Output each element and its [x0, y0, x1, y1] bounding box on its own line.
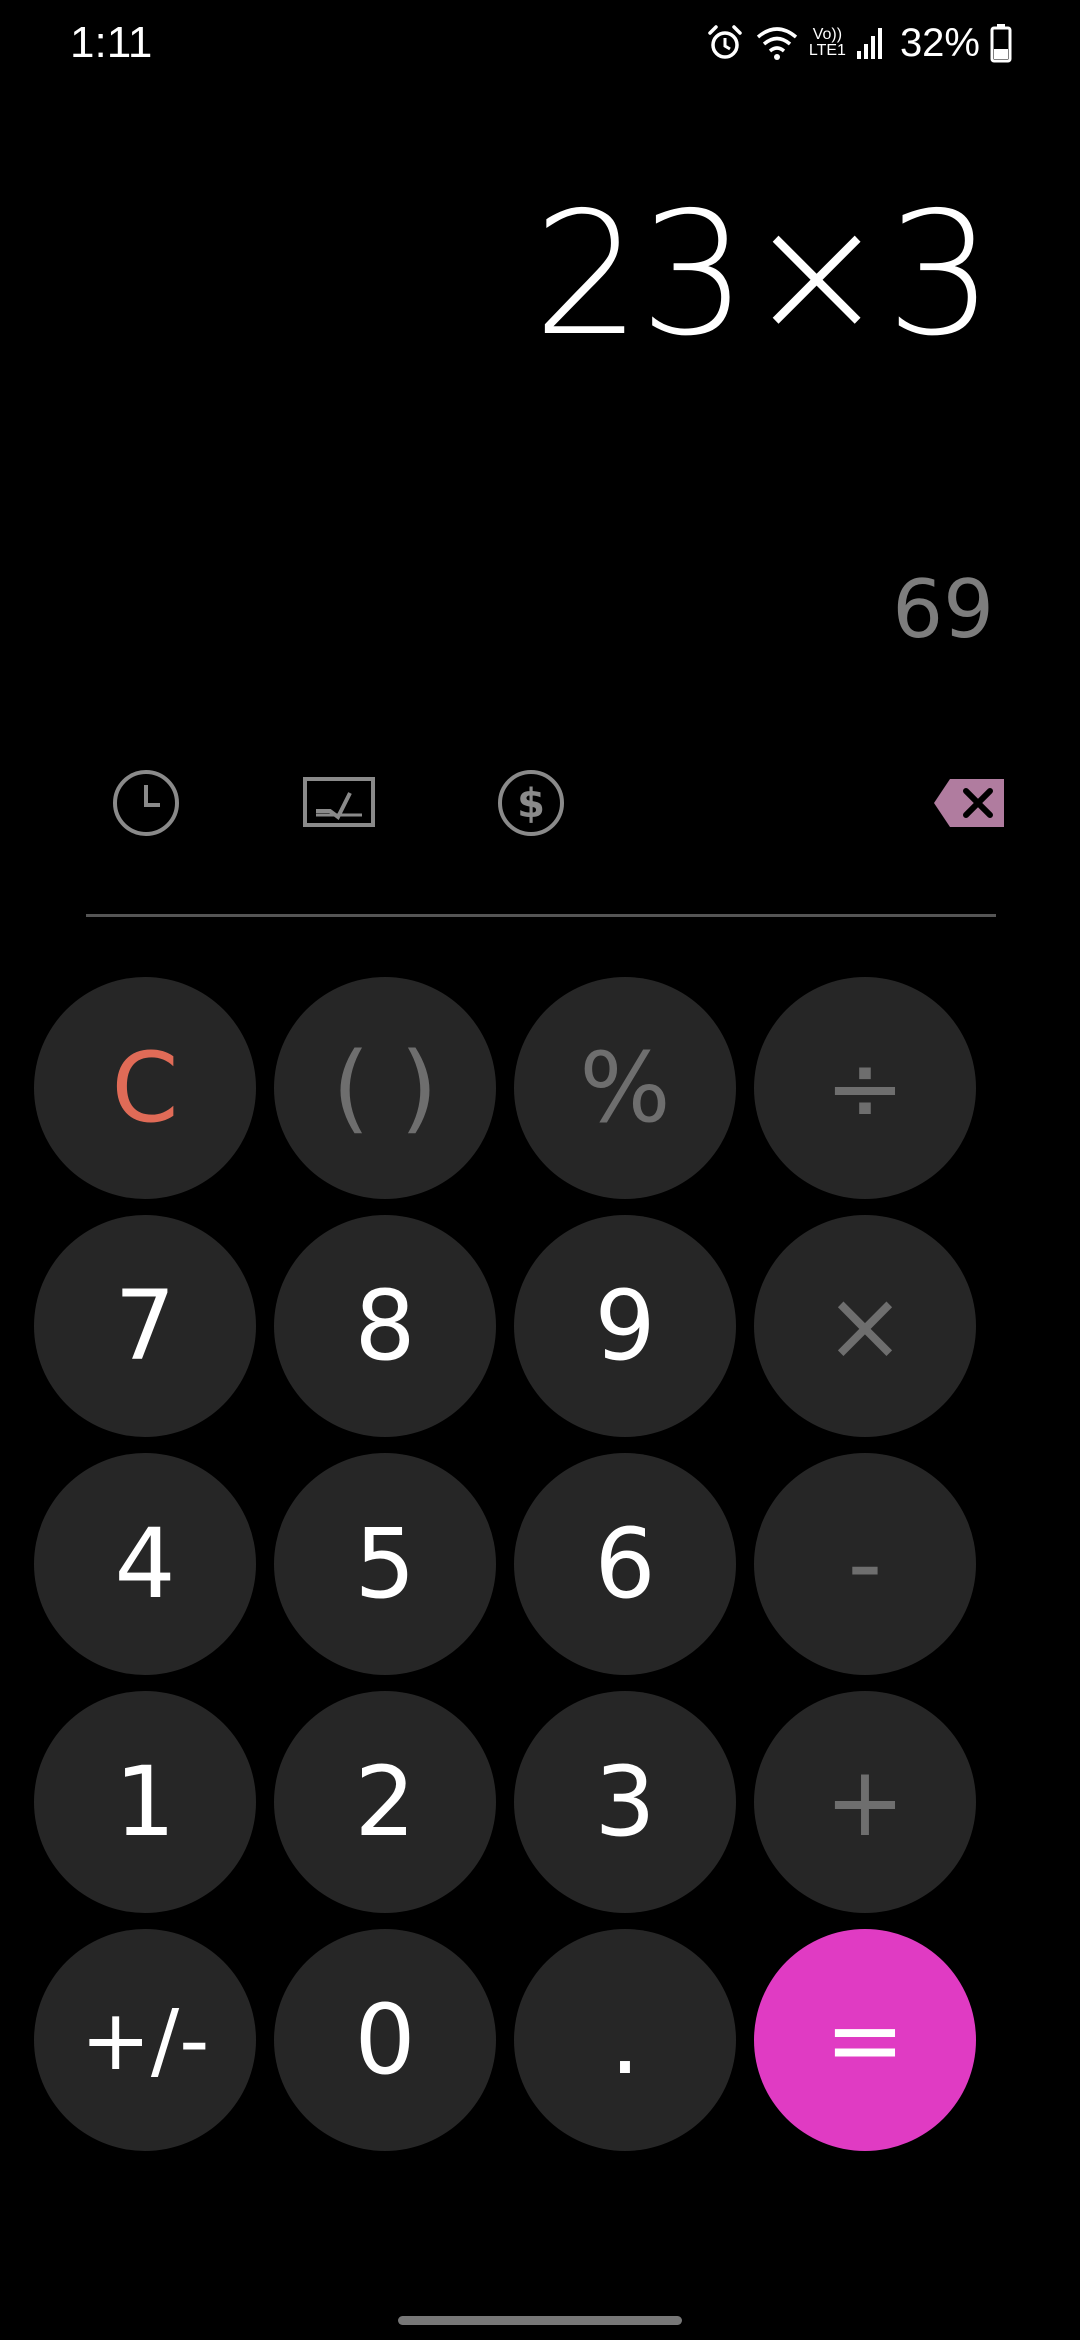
- status-time: 1:11: [70, 18, 153, 67]
- clear-button[interactable]: C: [34, 977, 256, 1199]
- plus-button[interactable]: +: [754, 1691, 976, 1913]
- plus-minus-button[interactable]: +/-: [34, 1929, 256, 2151]
- status-icons: Vo)) LTE1 32%: [705, 18, 1012, 68]
- clock-icon: [110, 767, 182, 843]
- battery-icon: [990, 23, 1012, 63]
- dollar-icon: $: [495, 767, 567, 843]
- expression-display[interactable]: 23×3: [533, 190, 994, 360]
- digit-6-button[interactable]: 6: [514, 1453, 736, 1675]
- home-indicator[interactable]: [398, 2316, 682, 2325]
- equals-button[interactable]: =: [754, 1929, 976, 2151]
- digit-1-button[interactable]: 1: [34, 1691, 256, 1913]
- signal-icon: [856, 25, 886, 61]
- tool-row: $: [0, 760, 1080, 850]
- digit-0-button[interactable]: 0: [274, 1929, 496, 2151]
- digit-2-button[interactable]: 2: [274, 1691, 496, 1913]
- digit-8-button[interactable]: 8: [274, 1215, 496, 1437]
- svg-text:$: $: [517, 781, 545, 827]
- currency-converter-button[interactable]: $: [486, 760, 576, 850]
- network-label: LTE1: [808, 42, 846, 59]
- alarm-icon: [705, 23, 745, 63]
- multiply-button[interactable]: ×: [754, 1215, 976, 1437]
- status-bar: 1:11 Vo)) LTE1 32%: [0, 0, 1080, 90]
- history-button[interactable]: [101, 760, 191, 850]
- divider: [86, 914, 996, 917]
- digit-9-button[interactable]: 9: [514, 1215, 736, 1437]
- digit-7-button[interactable]: 7: [34, 1215, 256, 1437]
- decimal-button[interactable]: .: [514, 1929, 736, 2151]
- wifi-icon: [755, 23, 799, 63]
- digit-3-button[interactable]: 3: [514, 1691, 736, 1913]
- volte-label: Vo)): [812, 26, 843, 43]
- divide-button[interactable]: ÷: [754, 977, 976, 1199]
- ruler-chart-icon: [302, 775, 376, 835]
- percent-button[interactable]: %: [514, 977, 736, 1199]
- parentheses-button[interactable]: ( ): [274, 977, 496, 1199]
- unit-converter-button[interactable]: [294, 760, 384, 850]
- backspace-icon: [932, 775, 1008, 835]
- battery-percent: 32%: [899, 20, 980, 65]
- digit-5-button[interactable]: 5: [274, 1453, 496, 1675]
- result-preview: 69: [892, 563, 994, 656]
- minus-button[interactable]: -: [754, 1453, 976, 1675]
- volte-lte-icon: Vo)) LTE1: [809, 27, 846, 59]
- backspace-button[interactable]: [925, 760, 1015, 850]
- digit-4-button[interactable]: 4: [34, 1453, 256, 1675]
